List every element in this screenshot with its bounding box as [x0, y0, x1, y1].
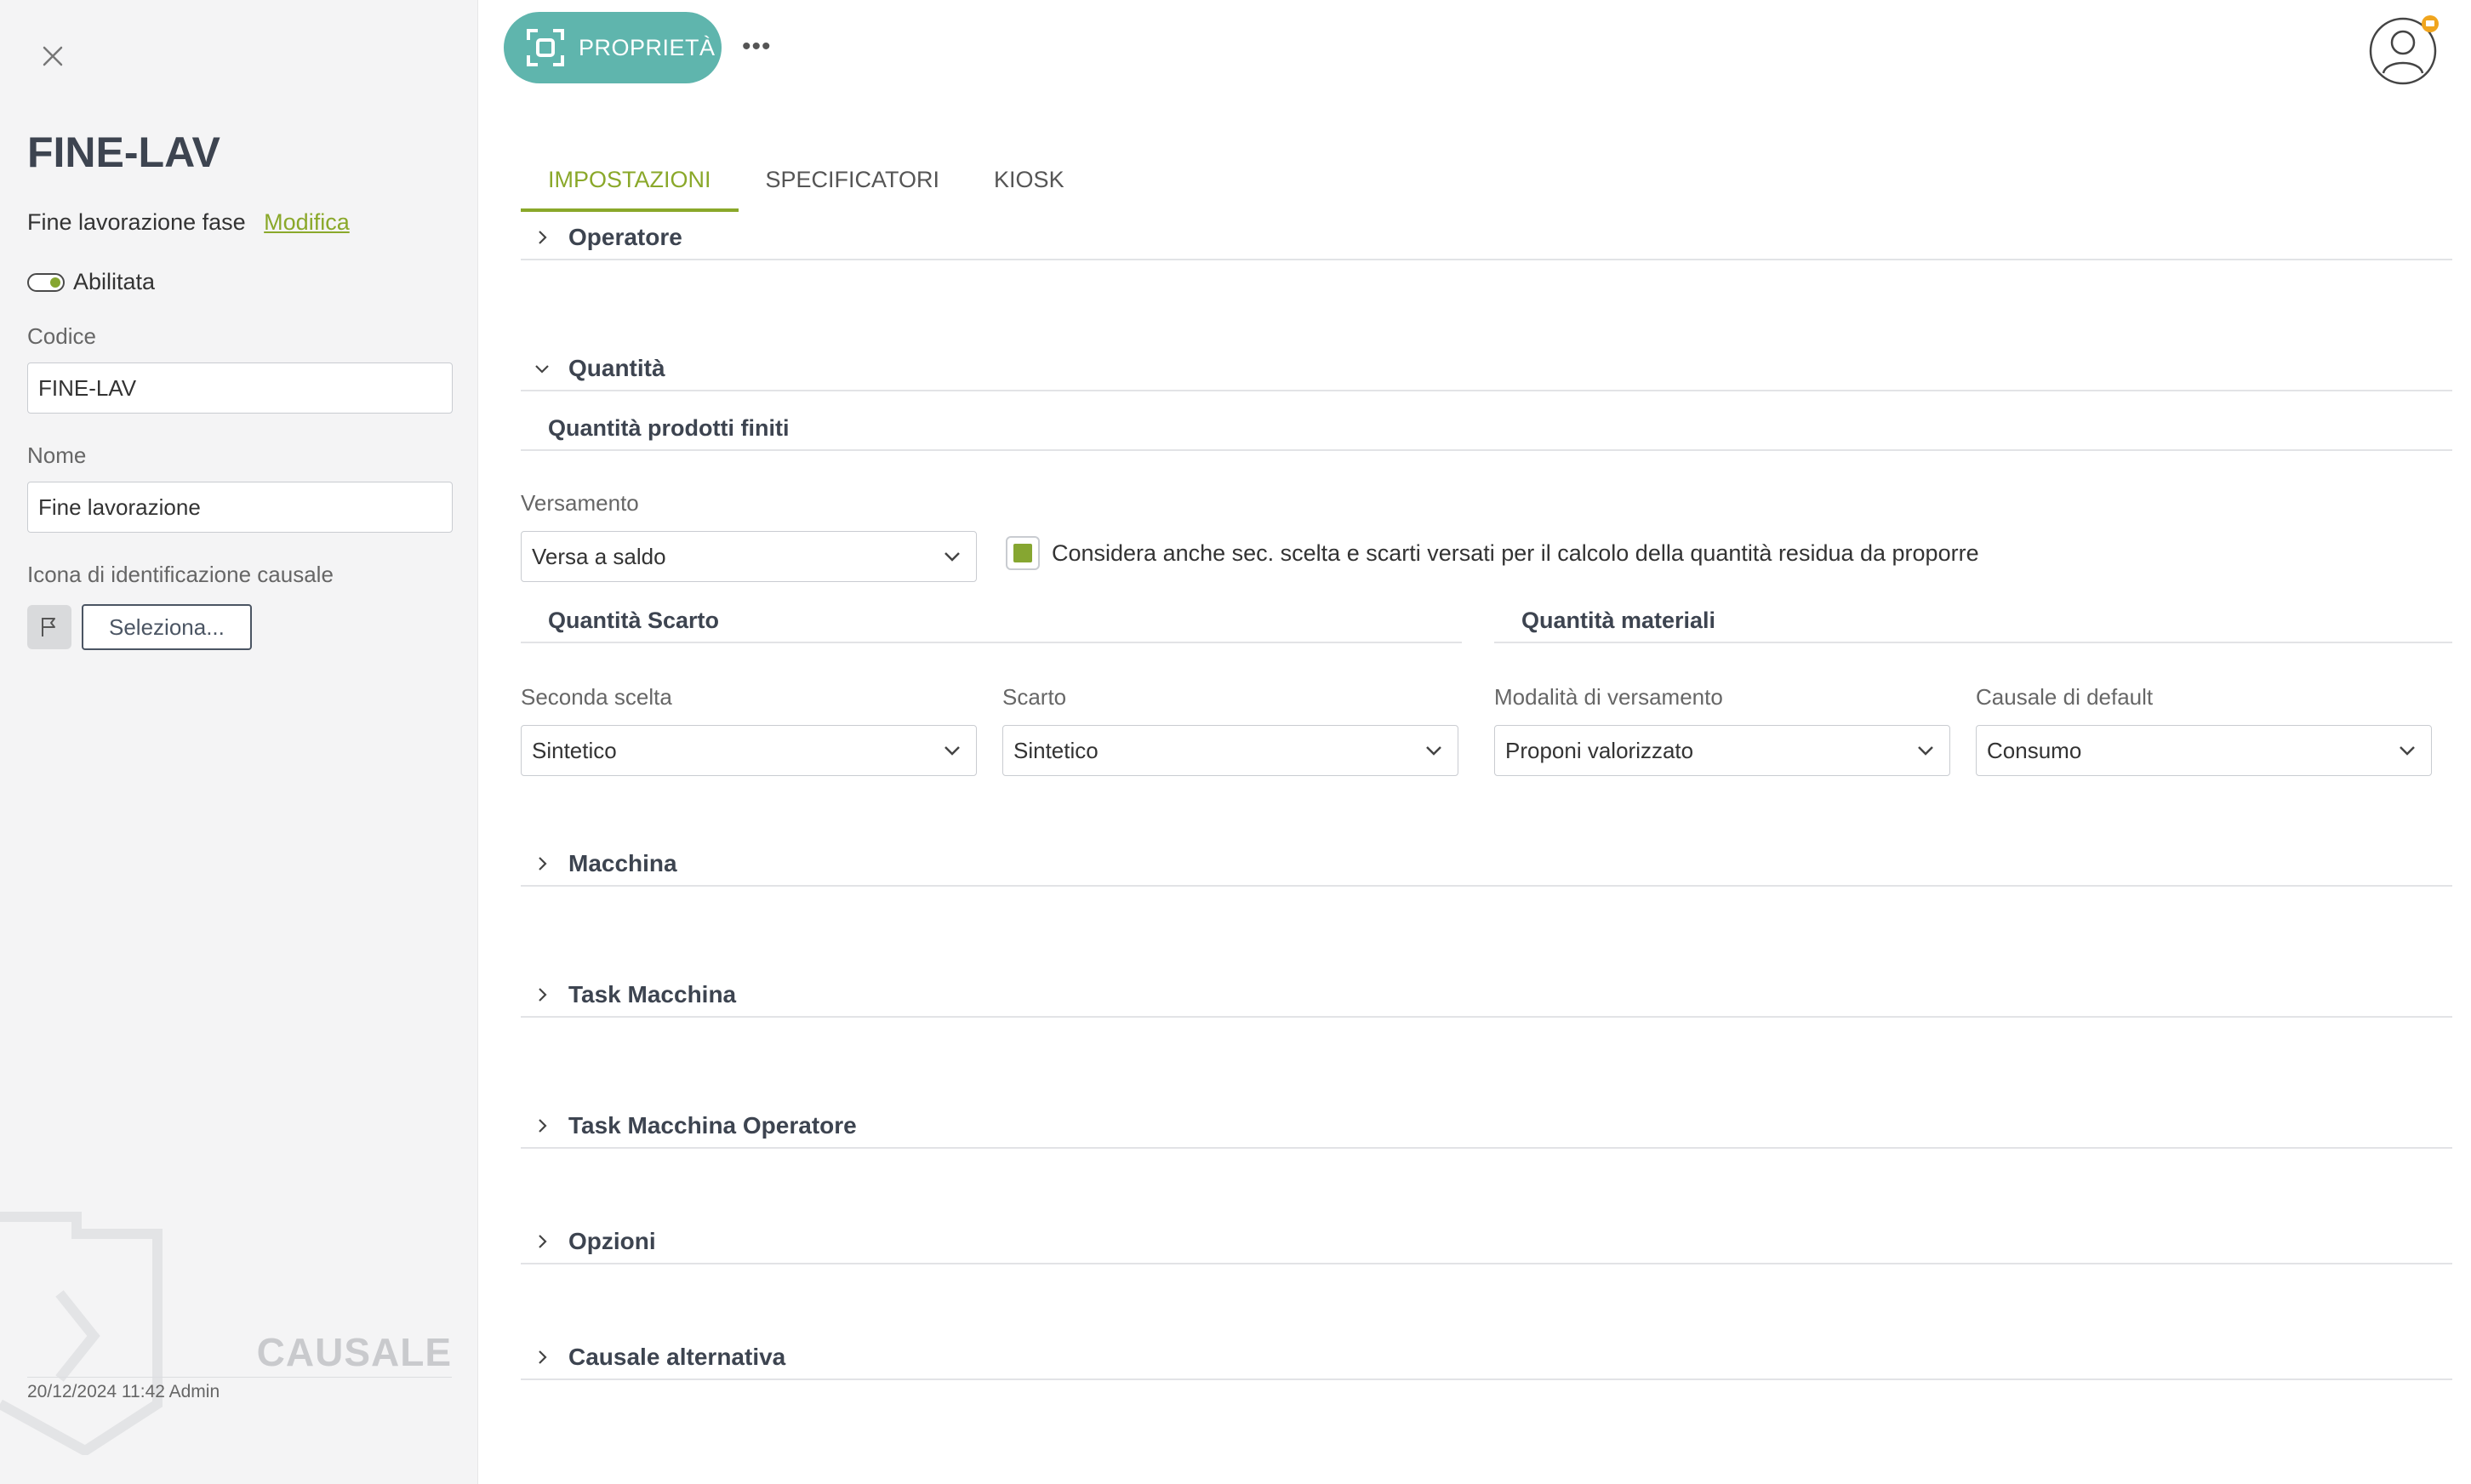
modalita-value: Proponi valorizzato — [1505, 737, 1694, 763]
causale-default-value: Consumo — [1987, 737, 2082, 763]
subtitle: Fine lavorazione fase Modifica — [27, 209, 350, 236]
chevron-down-icon — [1918, 746, 1933, 756]
section-macchina[interactable]: Macchina — [521, 842, 2452, 887]
toggle-knob — [50, 277, 60, 288]
checkbox-checked-mark — [1013, 544, 1032, 562]
footer-meta: 20/12/2024 11:42 Admin — [27, 1382, 220, 1401]
scarto-value: Sintetico — [1013, 737, 1099, 763]
residual-qty-label: Considera anche sec. scelta e scarti ver… — [1052, 539, 1979, 566]
icon-label: Icona di identificazione causale — [27, 562, 334, 587]
flag-icon — [27, 605, 71, 649]
icon-selector: Seleziona... — [27, 604, 252, 650]
subtitle-text: Fine lavorazione fase — [27, 209, 246, 235]
section-causale-alternativa-title: Causale alternativa — [568, 1344, 786, 1370]
chevron-down-icon — [1426, 746, 1441, 756]
section-operatore-title: Operatore — [568, 224, 682, 250]
properties-button[interactable]: PROPRIETÀ — [504, 12, 722, 83]
more-options-icon[interactable]: ••• — [742, 32, 772, 61]
section-operatore[interactable]: Operatore — [521, 216, 2452, 260]
section-task-macchina-operatore-title: Task Macchina Operatore — [568, 1112, 857, 1139]
subhead-quantita-materiali: Quantità materiali — [1494, 599, 2452, 643]
seconda-scelta-label: Seconda scelta — [521, 684, 672, 710]
section-task-macchina[interactable]: Task Macchina — [521, 973, 2452, 1018]
tab-specificatori[interactable]: SPECIFICATORI — [739, 162, 967, 212]
enabled-toggle-row: Abilitata — [27, 269, 155, 295]
versamento-label: Versamento — [521, 490, 639, 516]
subhead-quantita-scarto: Quantità Scarto — [521, 599, 1462, 643]
enabled-toggle[interactable] — [27, 272, 65, 292]
scarto-label: Scarto — [1002, 684, 1067, 710]
name-input[interactable] — [27, 482, 453, 533]
chevron-right-icon — [539, 231, 547, 244]
footer-divider — [27, 1377, 452, 1378]
chevron-right-icon — [539, 857, 547, 870]
close-icon[interactable] — [36, 39, 70, 73]
versamento-value: Versa a saldo — [532, 543, 666, 569]
seconda-scelta-select[interactable]: Sintetico — [521, 725, 977, 776]
chevron-down-icon — [2400, 746, 2415, 756]
section-opzioni[interactable]: Opzioni — [521, 1220, 2452, 1264]
watermark-icon — [0, 1212, 163, 1455]
page-title: FINE-LAV — [27, 128, 220, 176]
chevron-right-icon — [539, 1119, 547, 1133]
modalita-select[interactable]: Proponi valorizzato — [1494, 725, 1950, 776]
modalita-label: Modalità di versamento — [1494, 684, 1723, 710]
section-causale-alternativa[interactable]: Causale alternativa — [521, 1336, 2452, 1380]
causale-default-select[interactable]: Consumo — [1976, 725, 2432, 776]
avatar[interactable] — [2369, 14, 2440, 85]
subhead-prodotti-finiti: Quantità prodotti finiti — [521, 407, 2452, 451]
chevron-right-icon — [539, 1350, 547, 1364]
seconda-scelta-value: Sintetico — [532, 737, 617, 763]
residual-qty-checkbox[interactable] — [1006, 536, 1040, 570]
section-task-macchina-title: Task Macchina — [568, 981, 737, 1007]
chevron-down-icon — [944, 746, 960, 756]
enabled-toggle-label: Abilitata — [73, 269, 156, 294]
select-icon-button[interactable]: Seleziona... — [82, 604, 252, 650]
name-label: Nome — [27, 442, 87, 468]
section-opzioni-title: Opzioni — [568, 1228, 656, 1254]
section-quantita[interactable]: Quantità — [521, 347, 2452, 391]
chevron-down-icon — [535, 365, 549, 374]
versamento-select[interactable]: Versa a saldo — [521, 531, 977, 582]
tab-bar: IMPOSTAZIONI SPECIFICATORI KIOSK — [521, 162, 1092, 212]
edit-link[interactable]: Modifica — [264, 209, 350, 235]
section-task-macchina-operatore[interactable]: Task Macchina Operatore — [521, 1104, 2452, 1149]
focus-frame-icon — [527, 29, 564, 66]
tab-impostazioni[interactable]: IMPOSTAZIONI — [521, 162, 739, 212]
code-input[interactable] — [27, 362, 453, 414]
entity-type-mark: CAUSALE — [256, 1330, 452, 1374]
scarto-select[interactable]: Sintetico — [1002, 725, 1458, 776]
tab-kiosk[interactable]: KIOSK — [967, 162, 1092, 212]
chevron-right-icon — [539, 1235, 547, 1248]
residual-qty-option: Considera anche sec. scelta e scarti ver… — [1006, 536, 1979, 570]
causale-default-label: Causale di default — [1976, 684, 2154, 710]
section-quantita-title: Quantità — [568, 355, 665, 381]
sidebar: FINE-LAV Fine lavorazione fase Modifica … — [0, 0, 478, 1484]
chevron-down-icon — [944, 552, 960, 562]
main-panel: PROPRIETÀ ••• IMPOSTAZIONI SPECIFICATORI… — [478, 0, 2471, 1484]
section-macchina-title: Macchina — [568, 850, 677, 876]
chevron-right-icon — [539, 988, 547, 1002]
properties-label: PROPRIETÀ — [579, 34, 716, 60]
code-label: Codice — [27, 323, 96, 349]
